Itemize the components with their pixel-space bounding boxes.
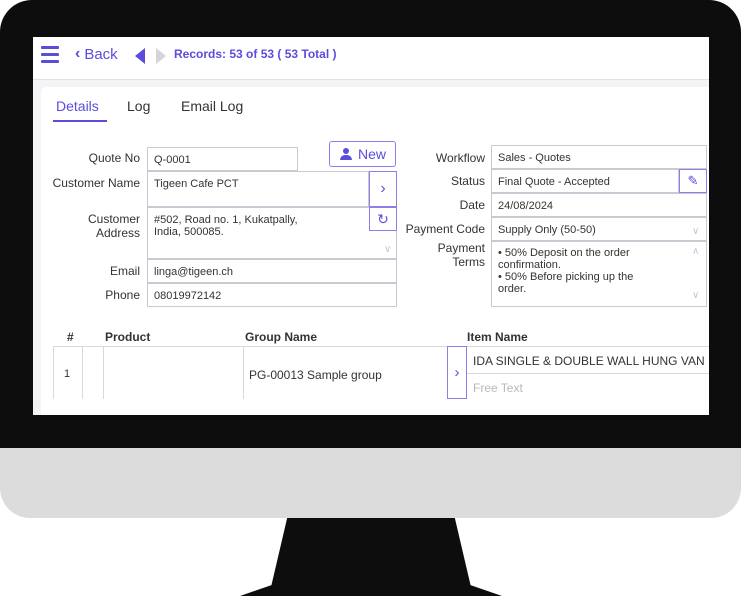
customer-address-label: Customer Address	[87, 212, 140, 240]
payment-terms-line: • 50% Before picking up the	[498, 271, 634, 283]
quote-no-label: Quote No	[88, 151, 140, 165]
customer-lookup-button[interactable]: ›	[369, 171, 397, 207]
chevron-up-icon: ∧	[692, 246, 700, 257]
back-label: Back	[84, 45, 118, 63]
email-label: Email	[109, 264, 140, 278]
payment-code-value: Supply Only (50-50)	[498, 224, 596, 236]
group-name-cell: PG-00013 Sample group	[249, 368, 382, 382]
chevron-left-icon: ‹	[75, 45, 81, 62]
customer-name-value: Tigeen Cafe PCT	[154, 178, 239, 190]
email-field[interactable]: linga@tigeen.ch	[147, 259, 397, 283]
column-header-number: #	[67, 330, 74, 344]
monitor-stand	[240, 518, 502, 596]
payment-terms-line: • 50% Deposit on the order	[498, 247, 630, 259]
customer-name-label: Customer Name	[52, 176, 140, 190]
phone-field[interactable]: 08019972142	[147, 283, 397, 307]
app-screen: ‹ Back Records: 53 of 53 ( 53 Total ) De…	[33, 37, 709, 415]
tab-log[interactable]: Log	[127, 98, 150, 114]
workflow-field[interactable]: Sales - Quotes	[491, 145, 707, 169]
phone-label: Phone	[105, 288, 140, 302]
status-label: Status	[450, 174, 485, 188]
top-toolbar: ‹ Back Records: 53 of 53 ( 53 Total )	[33, 37, 709, 80]
email-value: linga@tigeen.ch	[154, 266, 234, 278]
row-number: 1	[64, 368, 71, 380]
item-lookup-button[interactable]: ›	[447, 346, 467, 399]
tab-email-log[interactable]: Email Log	[181, 98, 243, 114]
customer-address-line2: India, 500085.	[154, 226, 224, 238]
payment-terms-label: Payment Terms	[437, 241, 485, 269]
payment-terms-line: confirmation.	[498, 259, 561, 271]
previous-record-icon[interactable]	[135, 48, 145, 64]
date-value: 24/08/2024	[498, 200, 554, 212]
customer-address-line1: #502, Road no. 1, Kukatpally,	[154, 214, 298, 226]
chevron-right-icon: ›	[380, 180, 386, 197]
workflow-label: Workflow	[435, 151, 485, 165]
monitor-chin	[0, 448, 741, 518]
payment-code-select[interactable]: Supply Only (50-50) ∨	[491, 217, 707, 241]
payment-terms-field[interactable]: • 50% Deposit on the order confirmation.…	[491, 241, 707, 307]
quote-no-field[interactable]: Q-0001	[147, 147, 298, 171]
item-name-cell[interactable]: IDA SINGLE & DOUBLE WALL HUNG VAN	[473, 354, 705, 368]
payment-terms-line: order.	[498, 283, 527, 295]
active-tab-indicator	[53, 120, 107, 122]
column-header-group-name: Group Name	[245, 330, 318, 344]
dropdown-arrow-icon: ∨	[384, 244, 392, 255]
back-button[interactable]: ‹ Back	[75, 45, 118, 63]
date-label: Date	[459, 198, 485, 212]
payment-code-label: Payment Code	[405, 222, 485, 236]
refresh-icon: ↻	[377, 210, 389, 227]
date-field[interactable]: 24/08/2024	[491, 193, 707, 217]
records-counter: Records: 53 of 53 ( 53 Total )	[174, 47, 337, 61]
edit-status-button[interactable]: ✎	[679, 169, 707, 193]
new-customer-button[interactable]: New	[329, 141, 396, 167]
details-panel: Details Log Email Log Quote No Q-0001 Ne…	[41, 87, 709, 415]
quote-no-value: Q-0001	[154, 154, 191, 166]
person-icon	[339, 148, 353, 160]
new-button-label: New	[357, 146, 386, 162]
column-header-product: Product	[105, 330, 151, 344]
phone-value: 08019972142	[154, 290, 222, 302]
status-value: Final Quote - Accepted	[498, 176, 610, 188]
chevron-right-icon: ›	[454, 364, 460, 381]
refresh-address-button[interactable]: ↻	[369, 207, 397, 231]
chevron-down-icon: ∨	[692, 290, 700, 301]
pencil-icon: ✎	[687, 173, 699, 188]
customer-address-field[interactable]: #502, Road no. 1, Kukatpally, India, 500…	[147, 207, 397, 259]
status-field[interactable]: Final Quote - Accepted	[491, 169, 679, 193]
dropdown-arrow-icon: ∨	[692, 226, 700, 237]
workflow-value: Sales - Quotes	[498, 152, 571, 164]
column-header-item-name: Item Name	[467, 330, 528, 344]
free-text-input[interactable]: Free Text	[473, 381, 523, 395]
tab-details[interactable]: Details	[56, 98, 99, 114]
hamburger-menu-icon[interactable]	[41, 46, 59, 64]
customer-name-field[interactable]: Tigeen Cafe PCT	[147, 171, 369, 207]
next-record-icon[interactable]	[156, 48, 166, 64]
